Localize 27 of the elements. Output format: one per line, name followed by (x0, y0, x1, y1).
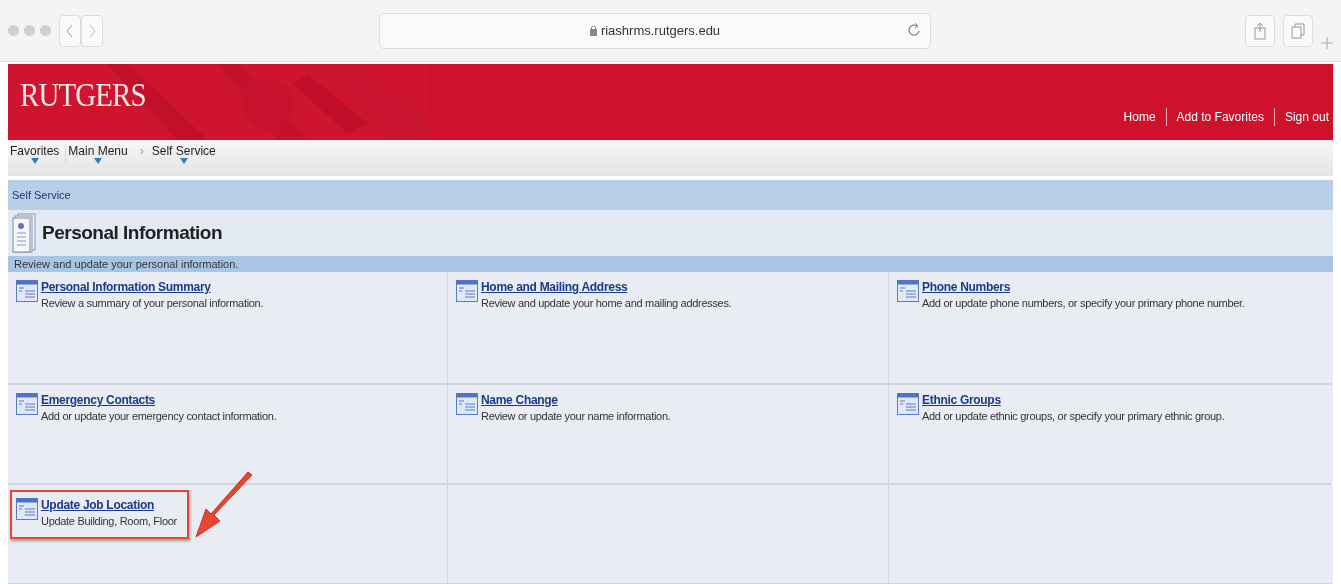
breadcrumb-bar: Self Service (8, 180, 1333, 210)
tile-link[interactable]: Personal Information Summary (41, 280, 264, 294)
tile-link[interactable]: Ethnic Groups (922, 393, 1225, 407)
section-title: Personal Information (42, 222, 223, 244)
tile-description: Review a summary of your personal information. (41, 297, 264, 309)
url-text: riashrms.rutgers.edu (600, 23, 721, 38)
tile-description: Review or update your name information. (481, 410, 671, 422)
tile-description: Add or update your emergency contact information. (41, 410, 277, 422)
nav-menu[interactable]: Self Service (149, 144, 222, 164)
tile-description: Add or update ethnic groups, or specify your primary ethnic group. (922, 410, 1225, 422)
tile-link[interactable]: Emergency Contacts (41, 393, 277, 407)
tile-description: Review and update your home and mailing addresses. (481, 297, 732, 309)
tile-description: Update Building, Room, Floor (41, 515, 177, 527)
address-bar[interactable]: riashrms.rutgers.edu (379, 12, 931, 49)
tile-link[interactable]: Home and Mailing Address (481, 280, 732, 294)
tile-link[interactable]: Name Change (481, 393, 671, 407)
header-link[interactable]: Add to Favorites (1166, 108, 1275, 126)
header-link[interactable]: Home (1113, 108, 1167, 126)
nav-menu[interactable]: Favorites (8, 144, 67, 164)
nav-menu[interactable]: Main Menu (66, 144, 134, 164)
tile-link[interactable]: Update Job Location (41, 498, 177, 512)
section-description: Review and update your personal information. (8, 256, 1333, 272)
tile-link[interactable]: Phone Numbers (922, 280, 1245, 294)
tile-description: Add or update phone numbers, or specify your primary phone number. (922, 297, 1245, 309)
logo: RUTGERS (20, 76, 146, 114)
header-link[interactable]: Sign out (1274, 108, 1329, 126)
breadcrumb-separator: › (138, 144, 145, 158)
